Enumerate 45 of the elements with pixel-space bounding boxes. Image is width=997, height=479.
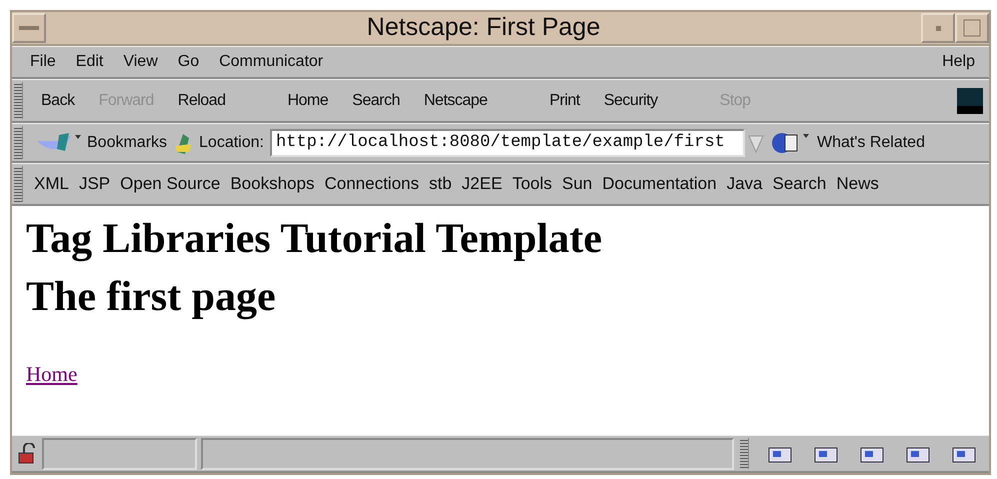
bookmark-link[interactable]: Search — [768, 171, 832, 197]
bookmark-link[interactable]: XML — [29, 171, 74, 197]
minus-icon — [19, 26, 39, 30]
toolbar-button[interactable]: Home — [275, 88, 340, 112]
page-heading: The first page — [26, 273, 277, 322]
bookmark-link[interactable]: stb — [424, 171, 457, 197]
toolbar-grip[interactable] — [14, 166, 23, 202]
toolbar-button[interactable]: Reload — [166, 88, 238, 112]
url-field[interactable]: http://localhost:8080/template/example/first — [270, 128, 745, 156]
toolbar-button[interactable]: Back — [29, 88, 87, 112]
bookmark-link[interactable]: Documentation — [597, 171, 722, 197]
menu-item[interactable]: Edit — [66, 50, 114, 74]
menu-item[interactable]: Communicator — [209, 50, 334, 74]
menu-item[interactable]: Help — [936, 50, 981, 74]
bookmark-link[interactable]: Sun — [557, 171, 598, 197]
toolbar-grip[interactable] — [14, 126, 23, 159]
square-icon — [963, 19, 981, 37]
window-menu-button[interactable] — [12, 13, 46, 43]
toolbar-button[interactable]: Security — [592, 88, 670, 112]
whats-related-button[interactable]: What's Related — [816, 130, 925, 154]
bookmark-link[interactable]: JSP — [74, 171, 116, 197]
menu-item[interactable]: View — [113, 50, 168, 74]
window-title: Netscape: First Page — [366, 12, 602, 44]
bookmark-link[interactable]: Open Source — [115, 171, 226, 197]
bookmark-link[interactable]: Tools — [507, 171, 557, 197]
padlock-icon[interactable] — [16, 442, 38, 464]
toolbar-button[interactable]: Netscape — [412, 88, 500, 112]
toolbar-grip[interactable] — [14, 82, 23, 119]
minimize-button[interactable] — [921, 13, 955, 43]
maximize-button[interactable] — [955, 13, 989, 43]
toolbar-button[interactable]: Search — [340, 88, 412, 112]
home-link[interactable]: Home — [26, 358, 78, 390]
menu-item[interactable]: File — [20, 50, 66, 74]
bookmark-link[interactable]: Bookshops — [225, 171, 320, 197]
bookmark-link[interactable]: Connections — [319, 171, 424, 197]
bookmarks-button[interactable]: Bookmarks — [87, 130, 168, 154]
location-label: Location: — [199, 132, 264, 152]
bookmark-link[interactable]: News — [831, 171, 884, 197]
page-heading: Tag Libraries Tutorial Template — [26, 215, 604, 264]
bookmark-link[interactable]: J2EE — [456, 171, 508, 197]
toolbar-grip[interactable] — [740, 438, 749, 469]
bookmark-link[interactable]: Java — [722, 171, 768, 197]
location-icon — [173, 132, 194, 154]
toolbar-button[interactable]: Print — [537, 88, 592, 112]
menu-item[interactable]: Go — [168, 50, 210, 74]
